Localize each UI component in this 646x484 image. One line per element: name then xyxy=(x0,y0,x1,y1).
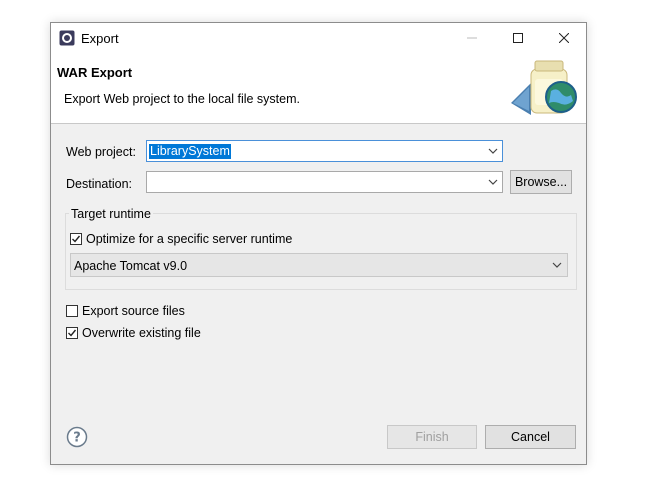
close-button[interactable] xyxy=(541,23,587,53)
web-project-label: Web project: xyxy=(66,145,136,159)
wizard-banner: WAR Export Export Web project to the loc… xyxy=(51,53,586,124)
target-runtime-group xyxy=(65,213,577,290)
optimize-checkbox[interactable] xyxy=(70,233,82,245)
export-source-label[interactable]: Export source files xyxy=(82,304,185,318)
destination-combo[interactable] xyxy=(146,171,503,193)
maximize-button[interactable] xyxy=(495,23,541,53)
close-icon xyxy=(559,33,569,43)
browse-button[interactable]: Browse... xyxy=(510,170,572,194)
cancel-button[interactable]: Cancel xyxy=(485,425,576,449)
overwrite-label[interactable]: Overwrite existing file xyxy=(82,326,201,340)
minimize-icon xyxy=(467,37,477,39)
optimize-label[interactable]: Optimize for a specific server runtime xyxy=(86,232,292,246)
target-runtime-group-title: Target runtime xyxy=(69,207,153,221)
window-title: Export xyxy=(81,31,119,46)
checkmark-icon xyxy=(68,329,77,337)
chevron-down-icon xyxy=(552,262,562,268)
web-project-combo[interactable]: LibrarySystem xyxy=(146,140,503,162)
finish-button[interactable]: Finish xyxy=(387,425,477,449)
help-icon[interactable]: ? xyxy=(66,426,88,448)
chevron-down-icon xyxy=(488,179,498,185)
runtime-combo[interactable]: Apache Tomcat v9.0 xyxy=(70,253,568,277)
chevron-down-icon xyxy=(488,148,498,154)
maximize-icon xyxy=(513,33,523,43)
svg-text:?: ? xyxy=(73,431,81,446)
banner-title: WAR Export xyxy=(57,65,133,80)
export-source-checkbox[interactable] xyxy=(66,305,78,317)
destination-label: Destination: xyxy=(66,177,133,191)
banner-description: Export Web project to the local file sys… xyxy=(64,92,300,106)
app-icon xyxy=(59,30,75,46)
export-jar-globe-icon xyxy=(511,60,577,115)
overwrite-checkbox[interactable] xyxy=(66,327,78,339)
web-project-value: LibrarySystem xyxy=(149,144,231,159)
runtime-value: Apache Tomcat v9.0 xyxy=(74,259,188,273)
checkmark-icon xyxy=(72,235,81,243)
minimize-button[interactable] xyxy=(449,23,495,53)
title-bar[interactable]: Export xyxy=(51,23,586,53)
export-dialog: Export WAR Export Export Web project to … xyxy=(50,22,587,465)
